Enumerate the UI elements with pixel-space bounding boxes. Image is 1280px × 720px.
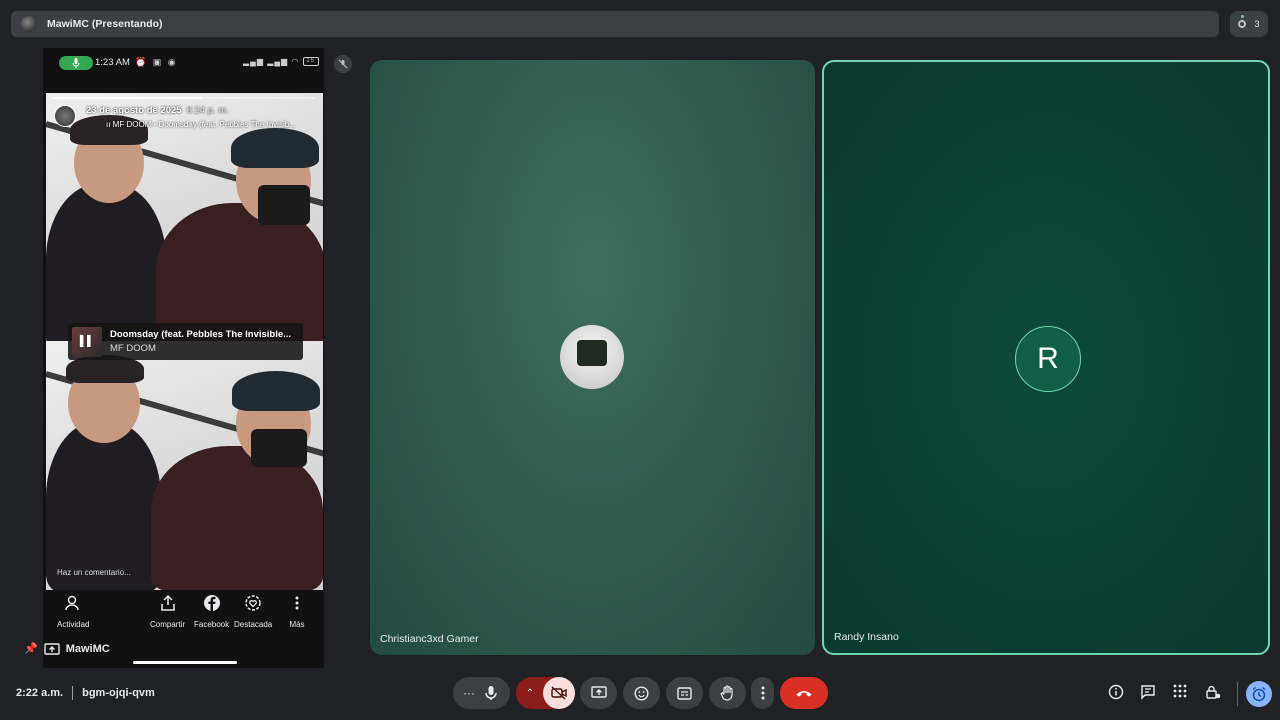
- phone-status-bar: 1:23 AM ⏰ ▣ ◉ ▂▄▆ ▂▄▆ ◠ 15: [43, 48, 324, 78]
- story-song-line[interactable]: ıı MF DOOM • Doomsday (feat. Pebbles The…: [106, 120, 296, 129]
- presentation-screen: 1:23 AM ⏰ ▣ ◉ ▂▄▆ ▂▄▆ ◠ 15 23 de agosto …: [43, 48, 324, 668]
- highlight-button[interactable]: Destacada: [234, 594, 272, 629]
- presenter-label: 📌 MawiMC: [24, 642, 110, 656]
- people-icon: [1238, 15, 1247, 28]
- story-progress-bar: [52, 97, 202, 99]
- music-artist: MF DOOM: [110, 343, 156, 354]
- present-screen-icon: [44, 642, 60, 655]
- audio-options-icon[interactable]: ···: [463, 686, 475, 700]
- more-options-button[interactable]: [751, 677, 774, 709]
- album-art-icon: ▌▌: [72, 326, 102, 357]
- camera-off-button[interactable]: [543, 677, 575, 709]
- hang-up-icon: [796, 691, 812, 697]
- presentation-banner: MawiMC (Presentando): [11, 11, 1219, 37]
- present-screen-icon: [590, 686, 607, 698]
- emoji-icon: [634, 685, 649, 701]
- captions-button[interactable]: [666, 677, 703, 709]
- camera-options-chevron-up-icon[interactable]: ⌃: [516, 688, 544, 699]
- more-vert-icon: [761, 686, 764, 700]
- lock-person-icon: [1206, 685, 1221, 699]
- chat-icon: [1141, 685, 1155, 700]
- mic-icon[interactable]: [484, 685, 498, 701]
- battery-icon: 15: [302, 57, 319, 67]
- phone-mic-indicator-icon: [59, 56, 93, 70]
- presenter-muted-icon: [334, 55, 352, 73]
- participant-name: Randy Insano: [834, 631, 899, 643]
- activity-button[interactable]: Actividad: [57, 594, 89, 629]
- participant-name: Christianc3xd Gamer: [380, 633, 479, 645]
- phone-time: 1:23 AM: [95, 57, 130, 68]
- participant-initial-avatar: R: [1015, 326, 1081, 392]
- music-bars-icon: ıı: [106, 120, 113, 129]
- meeting-details-button[interactable]: [1108, 684, 1124, 700]
- activity-icon: [65, 595, 79, 611]
- participant-count: 3: [1254, 19, 1260, 29]
- participant-tile-active-speaker[interactable]: R Randy Insano: [822, 60, 1270, 655]
- meeting-info: 2:22 a.m. bgm-ojqi-qvm: [16, 686, 155, 700]
- story-progress-track: [202, 97, 315, 99]
- present-now-button[interactable]: [580, 677, 617, 709]
- share-icon: [160, 594, 175, 611]
- presenter-name: MawiMC: [65, 642, 110, 655]
- info-icon: [1108, 684, 1124, 700]
- camera-control-group: ⌃: [516, 677, 575, 709]
- meeting-code: bgm-ojqi-qvm: [82, 687, 155, 699]
- pin-icon[interactable]: 📌: [24, 642, 38, 655]
- hand-icon: [720, 685, 733, 701]
- phone-home-indicator: [133, 661, 237, 664]
- audio-control-group: ···: [453, 677, 510, 709]
- story-view: 23 de agosto de 2025 6:24 p. m. ıı MF DOO…: [46, 93, 323, 590]
- divider: [1237, 682, 1238, 706]
- timer-button[interactable]: [1246, 681, 1272, 707]
- story-time: 6:24 p. m.: [186, 105, 229, 116]
- participant-avatar: [560, 325, 624, 389]
- music-title: Doomsday (feat. Pebbles The Invisible...: [110, 329, 292, 340]
- host-controls-button[interactable]: [1205, 684, 1221, 700]
- phone-signal-icons: ▂▄▆ ▂▄▆ ◠ 15: [243, 57, 319, 67]
- highlight-icon: [245, 595, 261, 611]
- alarm-clock-icon: [1252, 686, 1266, 702]
- story-photo-top: [46, 93, 323, 353]
- share-button[interactable]: Compartir: [150, 594, 185, 629]
- music-sticker[interactable]: ▌▌ Doomsday (feat. Pebbles The Invisible…: [68, 323, 303, 360]
- participant-tile[interactable]: Christianc3xd Gamer: [370, 60, 815, 655]
- camera-off-icon: [551, 686, 567, 700]
- participants-button[interactable]: 3: [1230, 11, 1268, 37]
- more-vert-icon: [295, 596, 299, 610]
- activities-button[interactable]: [1173, 684, 1187, 698]
- chat-button[interactable]: [1140, 684, 1156, 700]
- phone-notification-icons: ⏰ ▣ ◉: [135, 57, 178, 67]
- presenter-avatar: [21, 16, 37, 32]
- reactions-button[interactable]: [623, 677, 660, 709]
- captions-icon: [677, 686, 692, 700]
- leave-call-button[interactable]: [780, 677, 828, 709]
- apps-grid-icon: [1173, 684, 1187, 698]
- divider: [72, 686, 74, 700]
- comment-input[interactable]: Haz un comentario...: [57, 568, 131, 577]
- facebook-button[interactable]: Facebook: [194, 594, 229, 629]
- story-photo-bottom: [46, 341, 323, 590]
- story-avatar[interactable]: [54, 105, 76, 127]
- raise-hand-button[interactable]: [709, 677, 746, 709]
- story-date: 23 de agosto de 2025 6:24 p. m.: [86, 105, 229, 116]
- presentation-title: MawiMC (Presentando): [47, 18, 163, 30]
- facebook-icon: [203, 595, 220, 611]
- more-button[interactable]: Más: [288, 594, 306, 629]
- story-actions-bar: Actividad Compartir Facebook Destacada M…: [43, 594, 324, 639]
- meeting-time: 2:22 a.m.: [16, 687, 64, 699]
